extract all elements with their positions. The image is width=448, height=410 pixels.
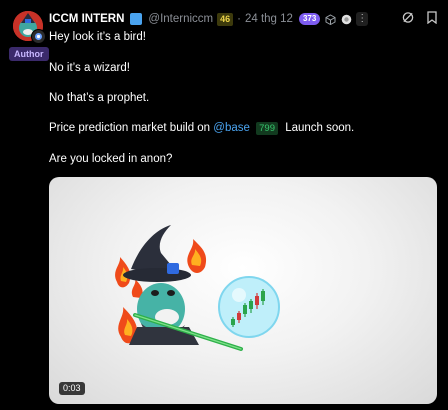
reach-badge: 373: [298, 13, 321, 25]
text-line: No that’s a prophet.: [49, 92, 150, 104]
text-line: Are you locked in anon?: [49, 153, 173, 165]
bookmark-icon[interactable]: [426, 10, 438, 24]
cube-icon[interactable]: [324, 13, 336, 25]
author-name[interactable]: ICCM INTERN: [49, 13, 124, 25]
mention-count-badge: 799: [256, 122, 278, 135]
author-handle[interactable]: @Interniccm: [148, 13, 213, 25]
video-player[interactable]: 0:03: [49, 177, 437, 404]
text-line: No it’s a wizard!: [49, 62, 130, 74]
promo-suffix: Launch soon.: [285, 122, 355, 134]
circle-icon[interactable]: [340, 13, 352, 25]
header-actions: [402, 10, 438, 24]
author-tag: Author: [9, 47, 49, 61]
promo-line: Price prediction market build on @base 7…: [49, 122, 355, 135]
handle-score-badge: 46: [217, 12, 234, 26]
post-header: ICCM INTERN @Interniccm 46 · 24 thg 12 3…: [49, 9, 436, 29]
avatar-badge-icon: [31, 29, 46, 44]
grok-icon[interactable]: [402, 11, 414, 23]
text-line: Hey look it’s a bird!: [49, 31, 146, 43]
promo-text: Price prediction market build on: [49, 122, 211, 134]
verified-icon: [130, 13, 143, 25]
more-icon[interactable]: ⋮: [356, 12, 369, 26]
video-duration: 0:03: [59, 382, 85, 395]
video-thumbnail: [115, 225, 280, 351]
separator: ·: [237, 13, 241, 25]
mention-link[interactable]: @base: [213, 122, 250, 134]
post-card: Author ICCM INTERN @Interniccm 46 · 24 t…: [0, 0, 448, 410]
post-date[interactable]: 24 thg 12: [245, 13, 293, 25]
